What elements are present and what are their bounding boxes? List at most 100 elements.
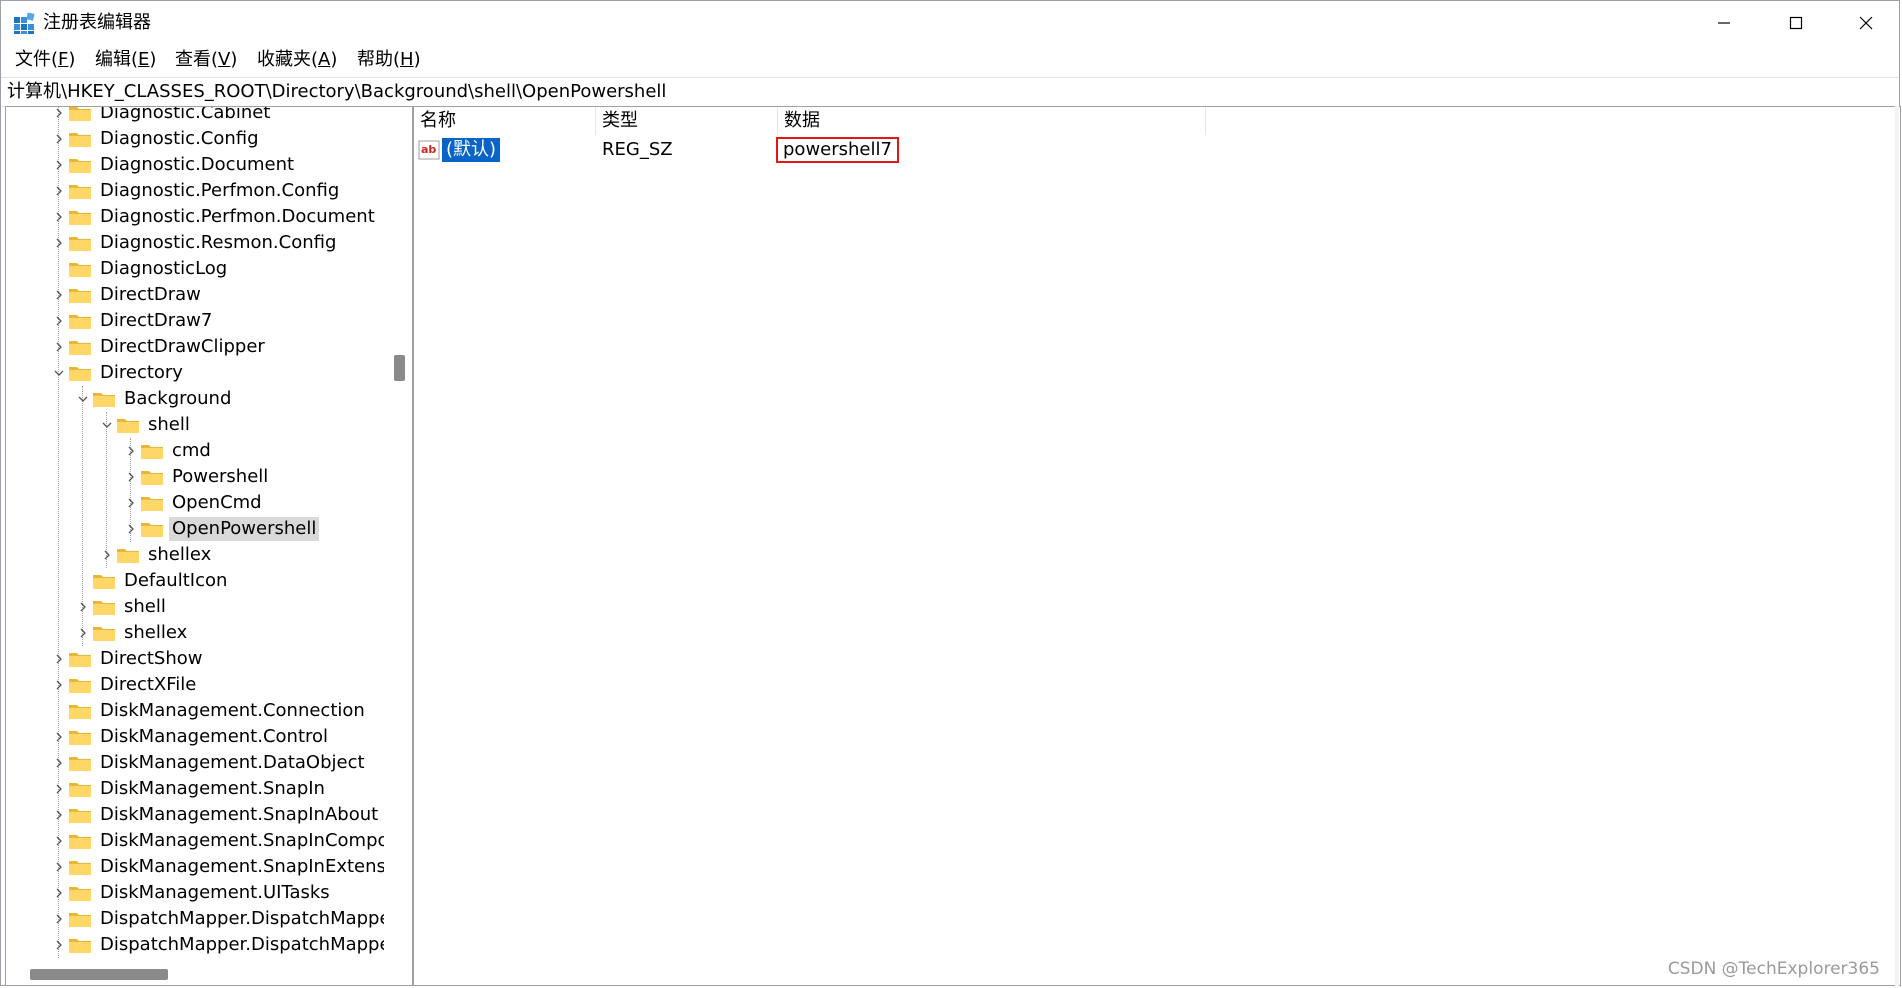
tree-expander[interactable]	[50, 828, 68, 854]
tree-expander[interactable]	[50, 204, 68, 230]
close-icon	[1859, 16, 1873, 30]
tree-key-diagnosticlog[interactable]: DiagnosticLog	[50, 256, 230, 282]
tree-key-label: Diagnostic.Perfmon.Document	[100, 206, 375, 227]
tree-key-label: DiskManagement.SnapInComponent	[100, 830, 384, 851]
column-header-data[interactable]: 数据	[778, 107, 1206, 135]
tree-expander[interactable]	[50, 178, 68, 204]
column-header-name[interactable]: 名称	[414, 107, 596, 135]
tree-expander[interactable]	[50, 308, 68, 334]
tree-key-dispatchmapper-dispatchmapper[interactable]: DispatchMapper.DispatchMapper	[50, 906, 384, 932]
tree-expander[interactable]	[50, 230, 68, 256]
tree-key-label: DiskManagement.SnapIn	[100, 778, 325, 799]
tree-expander[interactable]	[74, 620, 92, 646]
menu-file[interactable]: 文件(F)	[13, 49, 77, 71]
tree-key-directdraw7[interactable]: DirectDraw7	[50, 308, 215, 334]
tree-key-defaulticon[interactable]: DefaultIcon	[74, 568, 230, 594]
value-name[interactable]: (默认)	[442, 138, 501, 162]
tree-key-shell[interactable]: shell	[74, 594, 169, 620]
tree-key-diagnostic-cabinet[interactable]: Diagnostic.Cabinet	[50, 107, 273, 126]
menu-access-key: E	[138, 49, 150, 70]
tree-key-directshow[interactable]: DirectShow	[50, 646, 205, 672]
tree-key-dispatchmapper-dispatchmapper-1[interactable]: DispatchMapper.DispatchMapper.1	[50, 932, 384, 958]
menu-access-key: A	[318, 49, 331, 70]
tree-key-cmd[interactable]: cmd	[122, 438, 214, 464]
tree-key-diskmanagement-snapinabout[interactable]: DiskManagement.SnapInAbout	[50, 802, 381, 828]
tree-key-label: DirectXFile	[100, 674, 197, 695]
tree-key-diskmanagement-dataobject[interactable]: DiskManagement.DataObject	[50, 750, 368, 776]
chevron-right-icon	[128, 524, 134, 534]
tree-expander[interactable]	[122, 516, 140, 542]
tree-key-shellex[interactable]: shellex	[74, 620, 190, 646]
menu-label: 收藏夹(	[257, 49, 319, 70]
value-row[interactable]: ab (默认) REG_SZ powershell7	[414, 137, 1900, 163]
tree-expander[interactable]	[50, 646, 68, 672]
address-path[interactable]: 计算机\HKEY_CLASSES_ROOT\Directory\Backgrou…	[7, 81, 666, 103]
title-bar[interactable]: 注册表编辑器	[1, 1, 1899, 45]
tree-expander[interactable]	[122, 464, 140, 490]
tree-expander[interactable]	[50, 360, 68, 386]
menu-view[interactable]: 查看(V)	[173, 49, 239, 71]
tree-expander[interactable]	[98, 412, 116, 438]
minimize-button[interactable]	[1689, 1, 1759, 45]
tree-key-openpowershell[interactable]: OpenPowershell	[122, 516, 320, 542]
tree-key-diagnostic-document[interactable]: Diagnostic.Document	[50, 152, 297, 178]
scrollbar-thumb[interactable]	[394, 355, 405, 381]
tree-vertical-scrollbar[interactable]	[384, 107, 412, 959]
tree-key-directxfile[interactable]: DirectXFile	[50, 672, 199, 698]
tree-expander[interactable]	[122, 490, 140, 516]
tree-expander[interactable]	[50, 334, 68, 360]
folder-icon	[69, 861, 91, 875]
tree-key-diskmanagement-snapinextension[interactable]: DiskManagement.SnapInExtension	[50, 854, 384, 880]
maximize-button[interactable]	[1761, 1, 1831, 45]
tree-key-shellex[interactable]: shellex	[98, 542, 214, 568]
menu-edit[interactable]: 编辑(E)	[93, 49, 158, 71]
tree-key-opencmd[interactable]: OpenCmd	[122, 490, 265, 516]
tree-expander[interactable]	[50, 672, 68, 698]
tree-key-powershell[interactable]: Powershell	[122, 464, 271, 490]
tree-expander[interactable]	[74, 594, 92, 620]
tree-key-directdraw[interactable]: DirectDraw	[50, 282, 204, 308]
tree-key-diskmanagement-snapin[interactable]: DiskManagement.SnapIn	[50, 776, 328, 802]
tree-key-diskmanagement-control[interactable]: DiskManagement.Control	[50, 724, 331, 750]
tree-key-label: Diagnostic.Config	[100, 128, 259, 149]
close-button[interactable]	[1831, 1, 1901, 45]
chevron-right-icon	[56, 862, 62, 872]
menu-label: 文件(	[15, 49, 59, 70]
tree-expander[interactable]	[50, 126, 68, 152]
tree-key-diskmanagement-connection[interactable]: DiskManagement.Connection	[50, 698, 368, 724]
tree-expander[interactable]	[50, 750, 68, 776]
tree-expander[interactable]	[50, 107, 68, 126]
scrollbar-thumb[interactable]	[30, 969, 168, 980]
tree-key-label: DiagnosticLog	[100, 258, 228, 279]
tree-expander[interactable]	[50, 880, 68, 906]
tree-key-directory[interactable]: Directory	[50, 360, 186, 386]
tree-horizontal-scrollbar[interactable]	[6, 959, 412, 985]
watermark: CSDN @TechExplorer365	[1667, 959, 1880, 979]
tree-key-directdrawclipper[interactable]: DirectDrawClipper	[50, 334, 268, 360]
tree-key-label: DiskManagement.SnapInAbout	[100, 804, 379, 825]
tree-key-diagnostic-config[interactable]: Diagnostic.Config	[50, 126, 262, 152]
tree-expander[interactable]	[50, 932, 68, 958]
column-header-type[interactable]: 类型	[596, 107, 778, 135]
tree-expander[interactable]	[74, 386, 92, 412]
tree-expander[interactable]	[122, 438, 140, 464]
address-bar[interactable]: 计算机\HKEY_CLASSES_ROOT\Directory\Backgrou…	[1, 77, 1899, 107]
tree-expander[interactable]	[50, 152, 68, 178]
menu-help[interactable]: 帮助(H)	[355, 49, 423, 71]
tree-key-diagnostic-perfmon-config[interactable]: Diagnostic.Perfmon.Config	[50, 178, 342, 204]
tree-expander[interactable]	[50, 776, 68, 802]
tree-key-diagnostic-perfmon-document[interactable]: Diagnostic.Perfmon.Document	[50, 204, 378, 230]
tree-key-shell[interactable]: shell	[98, 412, 193, 438]
chevron-right-icon	[56, 810, 62, 820]
tree-expander[interactable]	[50, 724, 68, 750]
tree-expander[interactable]	[50, 282, 68, 308]
menu-favorites[interactable]: 收藏夹(A)	[255, 49, 339, 71]
tree-expander[interactable]	[98, 542, 116, 568]
tree-expander[interactable]	[50, 802, 68, 828]
tree-expander[interactable]	[50, 906, 68, 932]
tree-key-diskmanagement-snapincomponent[interactable]: DiskManagement.SnapInComponent	[50, 828, 384, 854]
tree-key-background[interactable]: Background	[74, 386, 234, 412]
tree-key-diagnostic-resmon-config[interactable]: Diagnostic.Resmon.Config	[50, 230, 339, 256]
tree-expander[interactable]	[50, 854, 68, 880]
tree-key-diskmanagement-uitasks[interactable]: DiskManagement.UITasks	[50, 880, 333, 906]
